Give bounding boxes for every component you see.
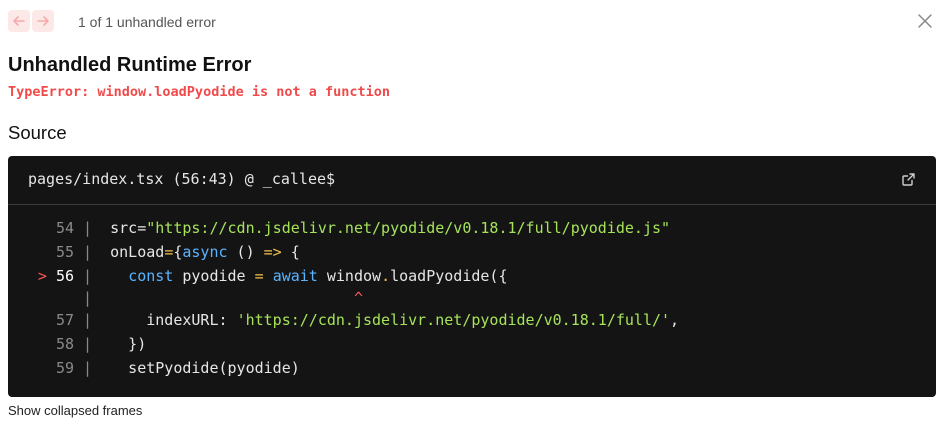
code-text: }) xyxy=(101,335,147,353)
error-title: Unhandled Runtime Error xyxy=(8,54,252,76)
source-file-link[interactable]: pages/index.tsx (56:43) @ _callee$ xyxy=(28,170,335,188)
line-number: 57 xyxy=(55,311,74,329)
line-number: 59 xyxy=(55,359,74,377)
line-number: 55 xyxy=(55,243,74,261)
error-caret: ^ xyxy=(353,289,363,307)
line-number: > 56 xyxy=(37,267,74,285)
close-button[interactable] xyxy=(916,12,934,30)
error-overlay: 1 of 1 unhandled error Unhandled Runtime… xyxy=(0,0,946,440)
error-message: TypeError: window.loadPyodide is not a f… xyxy=(8,84,391,100)
code-frame: pages/index.tsx (56:43) @ _callee$ 54 | … xyxy=(8,156,936,397)
code-line: 57 | indexURL: 'https://cdn.jsdelivr.net… xyxy=(8,308,936,332)
overlay-toolbar: 1 of 1 unhandled error xyxy=(8,10,938,34)
previous-error-button[interactable] xyxy=(8,10,30,32)
next-error-button[interactable] xyxy=(32,10,54,32)
code-lines: 54 | src="https://cdn.jsdelivr.net/pyodi… xyxy=(8,216,936,380)
show-collapsed-frames-button[interactable]: Show collapsed frames xyxy=(8,403,142,418)
code-line-caret: | ^ xyxy=(74,289,363,307)
code-line: 54 | src="https://cdn.jsdelivr.net/pyodi… xyxy=(8,216,936,240)
code-text: onLoad={async () => { xyxy=(101,243,300,261)
code-text: src="https://cdn.jsdelivr.net/pyodide/v0… xyxy=(101,219,671,237)
error-line-marker: > xyxy=(37,267,47,285)
code-line: 55 | onLoad={async () => { xyxy=(8,240,936,264)
close-icon xyxy=(918,14,932,28)
error-counter: 1 of 1 unhandled error xyxy=(78,14,216,30)
code-text: setPyodide(pyodide) xyxy=(101,359,300,377)
line-number: 58 xyxy=(55,335,74,353)
code-frame-header: pages/index.tsx (56:43) @ _callee$ xyxy=(8,156,936,205)
code-line: 59 | setPyodide(pyodide) xyxy=(8,356,936,380)
error-pagination xyxy=(8,10,54,32)
external-link-icon xyxy=(902,173,915,186)
code-text: const pyodide = await window.loadPyodide… xyxy=(128,267,508,285)
arrow-right-icon xyxy=(37,16,49,26)
code-line: 58 | }) xyxy=(8,332,936,356)
code-text: indexURL: 'https://cdn.jsdelivr.net/pyod… xyxy=(101,311,680,329)
arrow-left-icon xyxy=(13,16,25,26)
code-line-highlighted: > 56 | const pyodide = await window.load… xyxy=(8,264,936,288)
line-number: 54 xyxy=(55,219,74,237)
source-heading: Source xyxy=(8,122,67,143)
open-in-editor-button[interactable] xyxy=(901,172,916,187)
